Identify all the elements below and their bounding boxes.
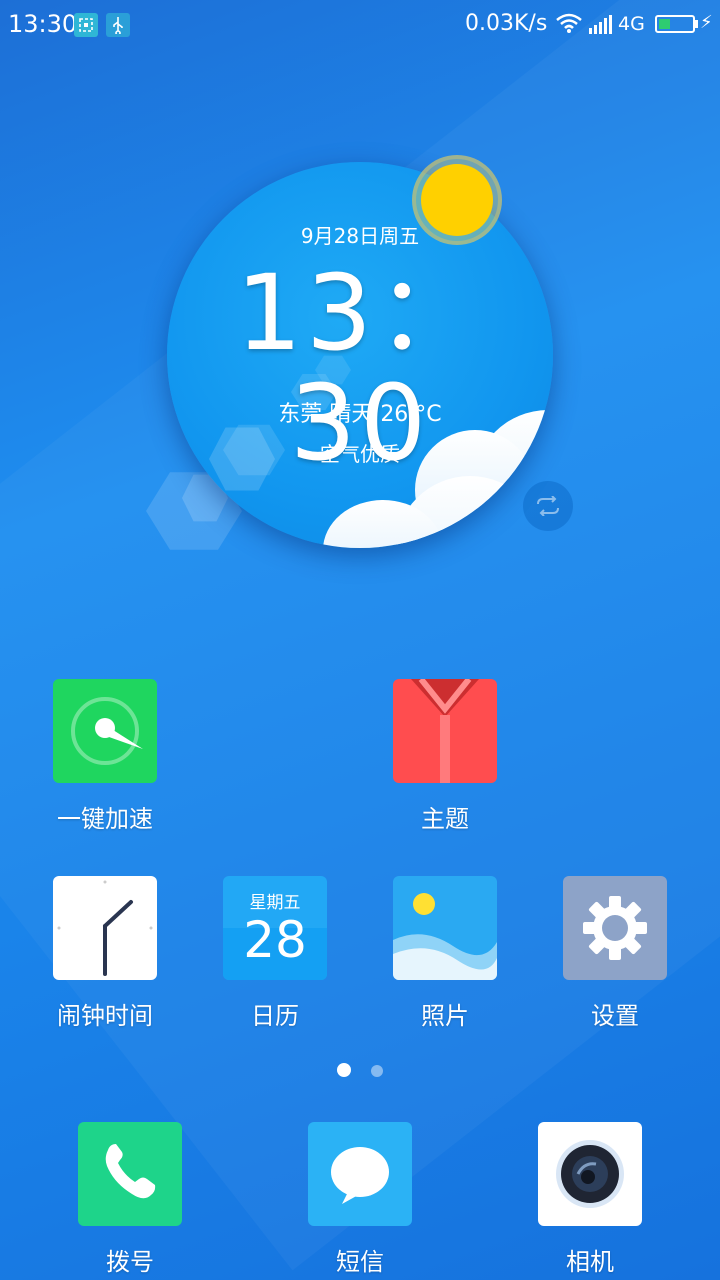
app-label: 短信: [336, 1248, 384, 1276]
phone-icon: [78, 1122, 182, 1226]
calendar-icon: 星期五 28: [223, 876, 327, 980]
theme-icon: [393, 679, 497, 783]
wifi-icon: [555, 12, 583, 38]
settings-icon: [563, 876, 667, 980]
usb-icon: [106, 13, 130, 37]
app-label: 相机: [566, 1248, 614, 1276]
dock-camera[interactable]: 相机: [505, 1122, 675, 1277]
dock-phone[interactable]: 拨号: [45, 1122, 215, 1277]
network-type: 4G: [618, 13, 645, 35]
network-speed: 0.03K/s: [465, 11, 548, 36]
app-theme[interactable]: 主题: [360, 679, 530, 834]
sun-icon: [421, 164, 493, 236]
app-calendar[interactable]: 星期五 28 日历: [190, 876, 360, 1031]
battery-icon: [655, 15, 695, 33]
battery-tip: [695, 20, 698, 28]
app-settings[interactable]: 设置: [530, 876, 700, 1031]
battery-level: [659, 19, 670, 29]
app-label: 设置: [591, 1002, 639, 1030]
app-label: 拨号: [106, 1248, 154, 1276]
calendar-day: 28: [243, 911, 307, 969]
app-boost[interactable]: 一键加速: [20, 679, 190, 834]
messages-icon: [308, 1122, 412, 1226]
widget-date: 9月28日周五: [300, 224, 420, 248]
app-label: 一键加速: [57, 805, 153, 833]
charging-icon: ⚡: [700, 12, 713, 33]
clock-icon: [53, 876, 157, 980]
calendar-weekday: 星期五: [249, 893, 301, 913]
page-dot-1[interactable]: [337, 1063, 352, 1077]
status-time: 13:30: [8, 10, 78, 38]
app-label: 照片: [421, 1002, 469, 1030]
page-dot-2[interactable]: [370, 1065, 383, 1077]
dock-messages[interactable]: 短信: [275, 1122, 445, 1277]
app-label: 主题: [421, 805, 469, 833]
status-bar: 13:30 0.03K/s 4G ⚡: [0, 0, 720, 50]
boost-icon: [53, 679, 157, 783]
app-label: 日历: [251, 1002, 299, 1030]
widget-air-quality: 空气优质: [320, 442, 400, 466]
app-photos[interactable]: 照片: [360, 876, 530, 1031]
app-clock[interactable]: 闹钟时间: [20, 876, 190, 1031]
camera-icon: [538, 1122, 642, 1226]
app-label: 闹钟时间: [57, 1002, 153, 1030]
photos-icon: [393, 876, 497, 980]
page-indicator[interactable]: [0, 1062, 720, 1081]
widget-weather: 东莞 晴天 26 °C: [278, 402, 442, 427]
screenshot-icon: [74, 13, 98, 37]
signal-icon: [588, 14, 614, 40]
refresh-icon[interactable]: [523, 481, 573, 531]
